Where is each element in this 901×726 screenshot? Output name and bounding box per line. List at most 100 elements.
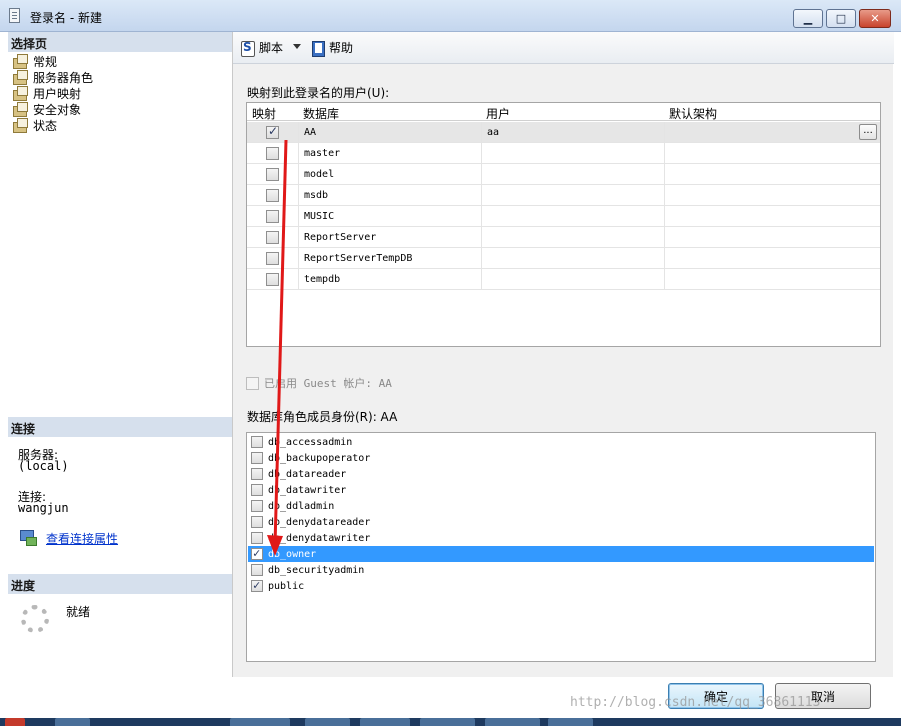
grid-row[interactable]: master	[247, 143, 880, 164]
guest-label: 已启用 Guest 帐户: AA	[264, 377, 392, 390]
role-checkbox[interactable]	[251, 564, 263, 576]
nav-item-user-mapping[interactable]: 用户映射	[12, 85, 81, 101]
database-cell: msdb	[299, 185, 482, 206]
nav-item-general[interactable]: 常规	[12, 53, 57, 69]
role-checkbox[interactable]	[251, 500, 263, 512]
role-item[interactable]: db_denydatawriter	[248, 530, 874, 546]
page-icon	[12, 70, 28, 85]
database-cell: tempdb	[299, 269, 482, 290]
map-cell[interactable]	[247, 227, 299, 248]
user-cell[interactable]	[482, 227, 665, 248]
grid-row[interactable]: AAaa...	[247, 122, 880, 143]
role-item[interactable]: db_owner	[248, 546, 874, 562]
grid-row[interactable]: ReportServer	[247, 227, 880, 248]
select-page-header: 选择页	[8, 32, 232, 52]
nav-item-status[interactable]: 状态	[12, 117, 57, 133]
user-cell[interactable]	[482, 164, 665, 185]
role-item[interactable]: db_datawriter	[248, 482, 874, 498]
schema-cell[interactable]	[665, 269, 880, 290]
user-cell[interactable]	[482, 206, 665, 227]
role-checkbox[interactable]	[251, 516, 263, 528]
schema-cell[interactable]	[665, 185, 880, 206]
progress-header: 进度	[8, 574, 232, 594]
script-dropdown-icon[interactable]	[293, 44, 301, 49]
role-checkbox[interactable]	[251, 468, 263, 480]
map-cell[interactable]	[247, 248, 299, 269]
user-cell[interactable]	[482, 269, 665, 290]
close-button[interactable]: ✕	[859, 9, 891, 28]
page-icon	[12, 54, 28, 69]
taskbar-app-4[interactable]	[360, 718, 410, 726]
guest-account-checkbox: 已启用 Guest 帐户: AA	[246, 375, 392, 391]
role-item[interactable]: db_accessadmin	[248, 434, 874, 450]
role-item[interactable]: db_backupoperator	[248, 450, 874, 466]
page-icon	[12, 118, 28, 133]
schema-cell[interactable]	[665, 248, 880, 269]
taskbar-app-6[interactable]	[485, 718, 540, 726]
taskbar-app-3[interactable]	[305, 718, 350, 726]
schema-cell[interactable]	[665, 143, 880, 164]
nav-item-securables[interactable]: 安全对象	[12, 101, 81, 117]
role-checkbox[interactable]	[251, 452, 263, 464]
map-cell[interactable]	[247, 206, 299, 227]
minimize-button[interactable]: ▁	[793, 9, 823, 28]
role-checkbox[interactable]	[251, 532, 263, 544]
maximize-button[interactable]: □	[826, 9, 856, 28]
taskbar-app-2[interactable]	[230, 718, 290, 726]
role-item[interactable]: db_denydatareader	[248, 514, 874, 530]
user-cell[interactable]	[482, 248, 665, 269]
map-cell[interactable]	[247, 122, 299, 143]
map-checkbox[interactable]	[266, 168, 279, 181]
schema-cell[interactable]	[665, 206, 880, 227]
role-item[interactable]: db_ddladmin	[248, 498, 874, 514]
toolbar: 脚本 帮助	[233, 32, 894, 64]
role-item[interactable]: db_securityadmin	[248, 562, 874, 578]
map-checkbox[interactable]	[266, 210, 279, 223]
role-name: db_denydatawriter	[268, 532, 371, 544]
schema-cell[interactable]	[665, 227, 880, 248]
grid-row[interactable]: MUSIC	[247, 206, 880, 227]
user-cell[interactable]: aa	[482, 122, 665, 143]
nav-label: 服务器角色	[33, 70, 94, 85]
role-checkbox[interactable]	[251, 436, 263, 448]
help-icon	[310, 40, 326, 57]
help-button[interactable]: 帮助	[310, 39, 353, 57]
nav-item-server-roles[interactable]: 服务器角色	[12, 69, 93, 85]
map-checkbox[interactable]	[266, 273, 279, 286]
map-cell[interactable]	[247, 185, 299, 206]
grid-header: 映射 数据库 用户 默认架构	[247, 103, 880, 121]
connection-header: 连接	[8, 417, 232, 437]
user-cell[interactable]	[482, 143, 665, 164]
map-cell[interactable]	[247, 143, 299, 164]
mapping-label: 映射到此登录名的用户(U):	[247, 86, 390, 100]
role-item[interactable]: public	[248, 578, 874, 594]
map-checkbox[interactable]	[266, 147, 279, 160]
role-checkbox[interactable]	[251, 578, 263, 592]
map-checkbox[interactable]	[266, 252, 279, 265]
grid-row[interactable]: model	[247, 164, 880, 185]
taskbar-app-7[interactable]	[548, 718, 593, 726]
view-connection-properties-link[interactable]: 查看连接属性	[46, 530, 118, 547]
browse-schema-button[interactable]: ...	[859, 124, 877, 140]
page-icon	[12, 86, 28, 101]
role-checkbox[interactable]	[251, 484, 263, 496]
role-item[interactable]: db_datareader	[248, 466, 874, 482]
grid-row[interactable]: ReportServerTempDB	[247, 248, 880, 269]
grid-row[interactable]: tempdb	[247, 269, 880, 290]
grid-row[interactable]: msdb	[247, 185, 880, 206]
script-button[interactable]: 脚本	[240, 39, 283, 57]
taskbar-app-1[interactable]	[55, 718, 90, 726]
map-cell[interactable]	[247, 164, 299, 185]
role-checkbox[interactable]	[251, 546, 263, 560]
schema-cell[interactable]	[665, 122, 880, 143]
role-name: db_datawriter	[268, 484, 347, 496]
taskbar-app-5[interactable]	[420, 718, 475, 726]
connection-value: wangjun	[18, 501, 69, 515]
map-checkbox[interactable]	[266, 189, 279, 202]
taskbar-start-icon[interactable]	[5, 718, 25, 726]
user-cell[interactable]	[482, 185, 665, 206]
schema-cell[interactable]	[665, 164, 880, 185]
map-checkbox[interactable]	[266, 124, 279, 139]
map-cell[interactable]	[247, 269, 299, 290]
map-checkbox[interactable]	[266, 231, 279, 244]
